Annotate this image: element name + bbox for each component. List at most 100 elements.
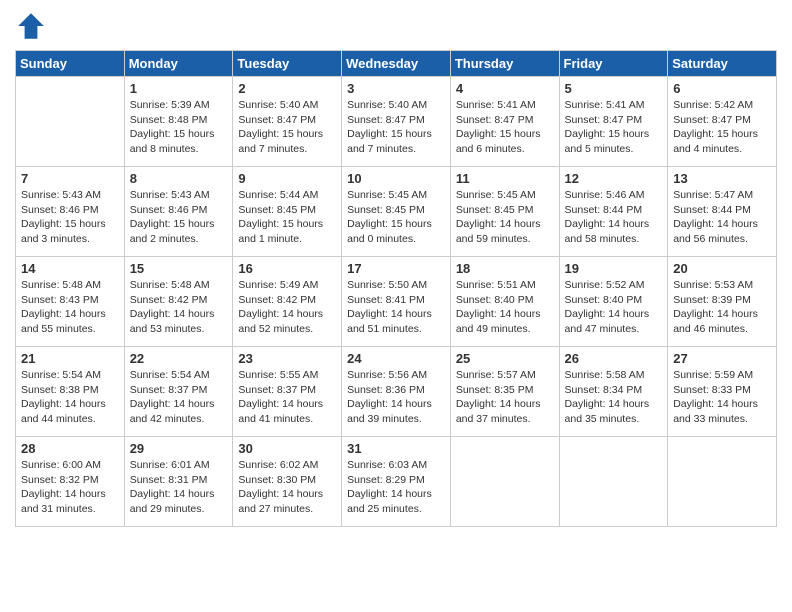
day-number: 7 xyxy=(21,171,119,186)
calendar-cell: 15 Sunrise: 5:48 AM Sunset: 8:42 PM Dayli… xyxy=(124,257,233,347)
calendar-cell: 20Sunrise: 5:53 AM Sunset: 8:39 PM Dayli… xyxy=(668,257,777,347)
week-row-1: 1 Sunrise: 5:39 AM Sunset: 8:48 PM Daylig… xyxy=(16,77,777,167)
calendar-cell: 8 Sunrise: 5:43 AM Sunset: 8:46 PM Daylig… xyxy=(124,167,233,257)
calendar-cell: 26Sunrise: 5:58 AM Sunset: 8:34 PM Dayli… xyxy=(559,347,668,437)
calendar-cell xyxy=(450,437,559,527)
calendar-cell: 12Sunrise: 5:46 AM Sunset: 8:44 PM Dayli… xyxy=(559,167,668,257)
calendar-cell: 31 Sunrise: 6:03 AM Sunset: 8:29 PM Dayli… xyxy=(342,437,451,527)
day-number: 14 xyxy=(21,261,119,276)
calendar-cell: 14 Sunrise: 5:48 AM Sunset: 8:43 PM Dayli… xyxy=(16,257,125,347)
calendar-cell: 19 Sunrise: 5:52 AM Sunset: 8:40 PM Dayli… xyxy=(559,257,668,347)
calendar-cell: 3Sunrise: 5:40 AM Sunset: 8:47 PM Daylig… xyxy=(342,77,451,167)
day-info: Sunrise: 6:02 AM Sunset: 8:30 PM Dayligh… xyxy=(238,458,336,517)
day-info: Sunrise: 5:43 AM Sunset: 8:46 PM Dayligh… xyxy=(21,188,119,247)
calendar-cell xyxy=(16,77,125,167)
calendar-cell: 13Sunrise: 5:47 AM Sunset: 8:44 PM Dayli… xyxy=(668,167,777,257)
day-info: Sunrise: 5:42 AM Sunset: 8:47 PM Dayligh… xyxy=(673,98,771,157)
page-header xyxy=(15,10,777,42)
day-number: 31 xyxy=(347,441,445,456)
header-row: SundayMondayTuesdayWednesdayThursdayFrid… xyxy=(16,51,777,77)
day-number: 23 xyxy=(238,351,336,366)
calendar-cell: 9 Sunrise: 5:44 AM Sunset: 8:45 PM Daylig… xyxy=(233,167,342,257)
day-info: Sunrise: 5:45 AM Sunset: 8:45 PM Dayligh… xyxy=(456,188,554,247)
calendar-cell: 11Sunrise: 5:45 AM Sunset: 8:45 PM Dayli… xyxy=(450,167,559,257)
day-info: Sunrise: 6:00 AM Sunset: 8:32 PM Dayligh… xyxy=(21,458,119,517)
day-number: 3 xyxy=(347,81,445,96)
day-number: 17 xyxy=(347,261,445,276)
day-number: 29 xyxy=(130,441,228,456)
day-number: 21 xyxy=(21,351,119,366)
day-info: Sunrise: 5:51 AM Sunset: 8:40 PM Dayligh… xyxy=(456,278,554,337)
header-day-sunday: Sunday xyxy=(16,51,125,77)
day-number: 5 xyxy=(565,81,663,96)
day-number: 25 xyxy=(456,351,554,366)
calendar-cell: 4 Sunrise: 5:41 AM Sunset: 8:47 PM Daylig… xyxy=(450,77,559,167)
day-number: 1 xyxy=(130,81,228,96)
day-number: 9 xyxy=(238,171,336,186)
day-info: Sunrise: 5:40 AM Sunset: 8:47 PM Dayligh… xyxy=(238,98,336,157)
day-info: Sunrise: 5:49 AM Sunset: 8:42 PM Dayligh… xyxy=(238,278,336,337)
day-info: Sunrise: 5:41 AM Sunset: 8:47 PM Dayligh… xyxy=(456,98,554,157)
day-number: 10 xyxy=(347,171,445,186)
calendar-cell: 5 Sunrise: 5:41 AM Sunset: 8:47 PM Daylig… xyxy=(559,77,668,167)
day-number: 30 xyxy=(238,441,336,456)
day-info: Sunrise: 5:44 AM Sunset: 8:45 PM Dayligh… xyxy=(238,188,336,247)
calendar-cell: 1 Sunrise: 5:39 AM Sunset: 8:48 PM Daylig… xyxy=(124,77,233,167)
day-info: Sunrise: 5:59 AM Sunset: 8:33 PM Dayligh… xyxy=(673,368,771,427)
day-info: Sunrise: 5:56 AM Sunset: 8:36 PM Dayligh… xyxy=(347,368,445,427)
day-number: 19 xyxy=(565,261,663,276)
calendar-cell xyxy=(668,437,777,527)
day-number: 18 xyxy=(456,261,554,276)
calendar-header: SundayMondayTuesdayWednesdayThursdayFrid… xyxy=(16,51,777,77)
day-info: Sunrise: 5:58 AM Sunset: 8:34 PM Dayligh… xyxy=(565,368,663,427)
header-day-thursday: Thursday xyxy=(450,51,559,77)
calendar-cell: 29 Sunrise: 6:01 AM Sunset: 8:31 PM Dayli… xyxy=(124,437,233,527)
day-number: 28 xyxy=(21,441,119,456)
header-day-tuesday: Tuesday xyxy=(233,51,342,77)
header-day-wednesday: Wednesday xyxy=(342,51,451,77)
calendar-cell: 16 Sunrise: 5:49 AM Sunset: 8:42 PM Dayli… xyxy=(233,257,342,347)
week-row-3: 14 Sunrise: 5:48 AM Sunset: 8:43 PM Dayli… xyxy=(16,257,777,347)
header-day-friday: Friday xyxy=(559,51,668,77)
calendar-cell: 2 Sunrise: 5:40 AM Sunset: 8:47 PM Daylig… xyxy=(233,77,342,167)
calendar-body: 1 Sunrise: 5:39 AM Sunset: 8:48 PM Daylig… xyxy=(16,77,777,527)
calendar-cell: 7 Sunrise: 5:43 AM Sunset: 8:46 PM Daylig… xyxy=(16,167,125,257)
day-number: 27 xyxy=(673,351,771,366)
calendar-cell xyxy=(559,437,668,527)
day-info: Sunrise: 6:01 AM Sunset: 8:31 PM Dayligh… xyxy=(130,458,228,517)
logo xyxy=(15,10,51,42)
day-number: 4 xyxy=(456,81,554,96)
day-info: Sunrise: 5:39 AM Sunset: 8:48 PM Dayligh… xyxy=(130,98,228,157)
day-info: Sunrise: 5:52 AM Sunset: 8:40 PM Dayligh… xyxy=(565,278,663,337)
day-info: Sunrise: 5:48 AM Sunset: 8:43 PM Dayligh… xyxy=(21,278,119,337)
week-row-4: 21Sunrise: 5:54 AM Sunset: 8:38 PM Dayli… xyxy=(16,347,777,437)
header-day-saturday: Saturday xyxy=(668,51,777,77)
calendar-cell: 10 Sunrise: 5:45 AM Sunset: 8:45 PM Dayli… xyxy=(342,167,451,257)
day-info: Sunrise: 5:43 AM Sunset: 8:46 PM Dayligh… xyxy=(130,188,228,247)
calendar-cell: 25 Sunrise: 5:57 AM Sunset: 8:35 PM Dayli… xyxy=(450,347,559,437)
day-info: Sunrise: 5:48 AM Sunset: 8:42 PM Dayligh… xyxy=(130,278,228,337)
calendar-cell: 24Sunrise: 5:56 AM Sunset: 8:36 PM Dayli… xyxy=(342,347,451,437)
calendar-cell: 22Sunrise: 5:54 AM Sunset: 8:37 PM Dayli… xyxy=(124,347,233,437)
calendar-cell: 21Sunrise: 5:54 AM Sunset: 8:38 PM Dayli… xyxy=(16,347,125,437)
day-number: 22 xyxy=(130,351,228,366)
day-number: 2 xyxy=(238,81,336,96)
day-info: Sunrise: 5:50 AM Sunset: 8:41 PM Dayligh… xyxy=(347,278,445,337)
day-info: Sunrise: 5:57 AM Sunset: 8:35 PM Dayligh… xyxy=(456,368,554,427)
day-info: Sunrise: 5:41 AM Sunset: 8:47 PM Dayligh… xyxy=(565,98,663,157)
calendar-cell: 30 Sunrise: 6:02 AM Sunset: 8:30 PM Dayli… xyxy=(233,437,342,527)
day-info: Sunrise: 5:47 AM Sunset: 8:44 PM Dayligh… xyxy=(673,188,771,247)
day-number: 16 xyxy=(238,261,336,276)
day-info: Sunrise: 5:53 AM Sunset: 8:39 PM Dayligh… xyxy=(673,278,771,337)
day-info: Sunrise: 5:45 AM Sunset: 8:45 PM Dayligh… xyxy=(347,188,445,247)
day-number: 8 xyxy=(130,171,228,186)
calendar-cell: 23 Sunrise: 5:55 AM Sunset: 8:37 PM Dayli… xyxy=(233,347,342,437)
calendar-cell: 6Sunrise: 5:42 AM Sunset: 8:47 PM Daylig… xyxy=(668,77,777,167)
day-number: 15 xyxy=(130,261,228,276)
day-info: Sunrise: 5:46 AM Sunset: 8:44 PM Dayligh… xyxy=(565,188,663,247)
calendar-cell: 18 Sunrise: 5:51 AM Sunset: 8:40 PM Dayli… xyxy=(450,257,559,347)
week-row-5: 28 Sunrise: 6:00 AM Sunset: 8:32 PM Dayli… xyxy=(16,437,777,527)
day-info: Sunrise: 6:03 AM Sunset: 8:29 PM Dayligh… xyxy=(347,458,445,517)
calendar-table: SundayMondayTuesdayWednesdayThursdayFrid… xyxy=(15,50,777,527)
day-info: Sunrise: 5:55 AM Sunset: 8:37 PM Dayligh… xyxy=(238,368,336,427)
